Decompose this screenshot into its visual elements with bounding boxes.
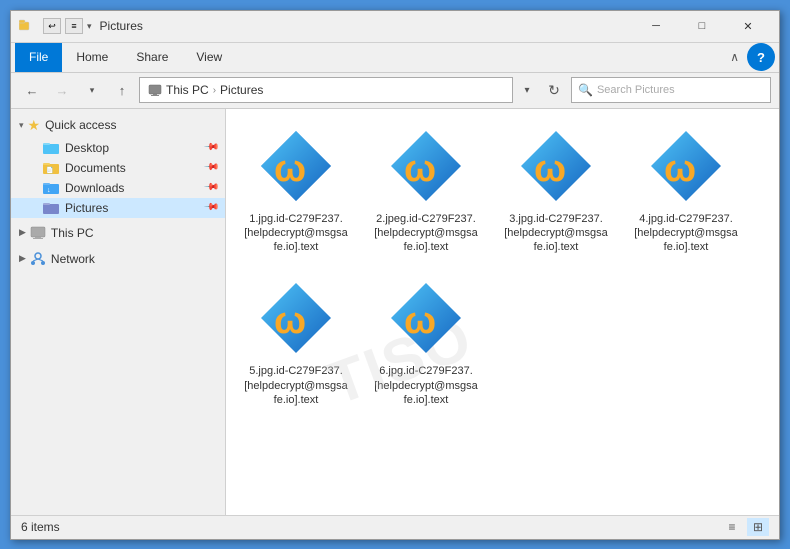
up-button[interactable]: ↑: [109, 77, 135, 103]
list-item[interactable]: ω 6.jpg.id-C279F237.[helpdecrypt@msgsafe…: [366, 271, 486, 414]
file-area: TISO: [226, 109, 779, 515]
status-bar: 6 items ≡ ⊞: [11, 515, 779, 539]
main-content: ▾ ★ Quick access Desktop 📌 📄: [11, 109, 779, 515]
quick-access-arrow: ▾: [19, 120, 24, 131]
forward-button[interactable]: →: [49, 77, 75, 103]
svg-text:ω: ω: [274, 300, 306, 342]
svg-text:📄: 📄: [46, 166, 53, 174]
svg-text:↓: ↓: [47, 187, 51, 194]
tab-file[interactable]: File: [15, 43, 62, 72]
ribbon-tabs: File Home Share View ∧ ?: [11, 43, 779, 73]
file-thumbnail-3: ω: [516, 126, 596, 206]
address-dropdown-button[interactable]: ▾: [517, 77, 537, 103]
file-name-1: 1.jpg.id-C279F237.[helpdecrypt@msgsafe.i…: [243, 212, 349, 255]
documents-folder-icon: 📄: [43, 161, 59, 174]
address-bar: ← → ▾ ↑ This PC › Pictures ▾ ↻ 🔍 Search …: [11, 73, 779, 109]
tab-home[interactable]: Home: [62, 43, 122, 72]
quick-access-label: Quick access: [45, 118, 116, 132]
file-name-3: 3.jpg.id-C279F237.[helpdecrypt@msgsafe.i…: [503, 212, 609, 255]
list-item[interactable]: ω 3.jpg.id-C279F237.[helpdecrypt@msgsafe…: [496, 119, 616, 262]
explorer-window: ↩ ≡ ▾ Pictures ─ □ ✕ File Home Share Vie…: [10, 10, 780, 540]
sidebar-this-pc-header[interactable]: ▶ This PC: [11, 222, 225, 244]
file-name-5: 5.jpg.id-C279F237.[helpdecrypt@msgsafe.i…: [243, 364, 349, 407]
downloads-label: Downloads: [65, 181, 124, 195]
close-button[interactable]: ✕: [725, 10, 771, 42]
file-name-4: 4.jpg.id-C279F237.[helpdecrypt@msgsafe.i…: [633, 212, 739, 255]
sidebar-item-desktop[interactable]: Desktop 📌: [11, 138, 225, 158]
recent-locations-button[interactable]: ▾: [79, 77, 105, 103]
pictures-pin-icon: 📌: [202, 199, 219, 216]
refresh-button[interactable]: ↻: [541, 77, 567, 103]
list-item[interactable]: ω 4.jpg.id-C279F237.[helpdecrypt@msgsafe…: [626, 119, 746, 262]
undo-icon[interactable]: ↩: [43, 18, 61, 34]
network-icon: [30, 252, 46, 266]
address-path[interactable]: This PC › Pictures: [139, 77, 513, 103]
list-view-button[interactable]: ≡: [721, 518, 743, 536]
svg-text:ω: ω: [404, 148, 436, 190]
documents-pin-icon: 📌: [202, 159, 219, 176]
list-item[interactable]: ω 5.jpg.id-C279F237.[helpdecrypt@msgsafe…: [236, 271, 356, 414]
file-thumbnail-4: ω: [646, 126, 726, 206]
documents-label: Documents: [65, 161, 126, 175]
expand-icon: ∧: [730, 50, 739, 64]
pictures-folder-icon: [43, 201, 59, 214]
file-name-2: 2.jpeg.id-C279F237.[helpdecrypt@msgsafe.…: [373, 212, 479, 255]
view-controls: ≡ ⊞: [721, 518, 769, 536]
file-thumbnail-2: ω: [386, 126, 466, 206]
sidebar: ▾ ★ Quick access Desktop 📌 📄: [11, 109, 226, 515]
window-title: Pictures: [100, 19, 633, 33]
desktop-pin-icon: 📌: [202, 139, 219, 156]
list-item[interactable]: ω 2.jpeg.id-C279F237.[helpdecrypt@msgsaf…: [366, 119, 486, 262]
dropdown-arrow[interactable]: ▾: [87, 21, 92, 32]
svg-text:ω: ω: [534, 148, 566, 190]
window-controls: ─ □ ✕: [633, 10, 771, 42]
back-button[interactable]: ←: [19, 77, 45, 103]
file-thumbnail-6: ω: [386, 278, 466, 358]
this-pc-label: This PC: [51, 226, 94, 240]
title-bar: ↩ ≡ ▾ Pictures ─ □ ✕: [11, 11, 779, 43]
desktop-folder-icon: [43, 141, 59, 154]
search-box[interactable]: 🔍 Search Pictures: [571, 77, 771, 103]
item-count: 6 items: [21, 520, 60, 534]
sidebar-item-documents[interactable]: 📄 Documents 📌: [11, 158, 225, 178]
quick-access-star-icon: ★: [28, 117, 41, 134]
svg-text:ω: ω: [274, 148, 306, 190]
tab-view[interactable]: View: [182, 43, 236, 72]
minimize-button[interactable]: ─: [633, 10, 679, 42]
this-pc-icon: [30, 226, 46, 240]
properties-icon[interactable]: ≡: [65, 18, 83, 34]
network-label: Network: [51, 252, 95, 266]
downloads-pin-icon: 📌: [202, 179, 219, 196]
file-thumbnail-5: ω: [256, 278, 336, 358]
tab-share[interactable]: Share: [122, 43, 182, 72]
search-icon: 🔍: [578, 83, 593, 97]
pc-icon: [148, 84, 162, 96]
network-arrow: ▶: [19, 253, 26, 264]
list-item[interactable]: ω 1.jpg.id-C279F237.[helpdecrypt@msgsafe…: [236, 119, 356, 262]
path-pictures[interactable]: Pictures: [220, 83, 263, 97]
quick-access-icon: [19, 19, 35, 33]
svg-text:ω: ω: [404, 300, 436, 342]
sidebar-network-header[interactable]: ▶ Network: [11, 248, 225, 270]
large-icons-view-button[interactable]: ⊞: [747, 518, 769, 536]
path-this-pc[interactable]: This PC: [166, 83, 209, 97]
svg-text:ω: ω: [664, 148, 696, 190]
help-button[interactable]: ?: [747, 43, 775, 71]
title-bar-left-icons: ↩ ≡ ▾: [19, 18, 92, 34]
files-grid: ω 1.jpg.id-C279F237.[helpdecrypt@msgsafe…: [236, 119, 769, 415]
sidebar-item-downloads[interactable]: ↓ Downloads 📌: [11, 178, 225, 198]
search-placeholder: Search Pictures: [597, 84, 675, 96]
file-thumbnail-1: ω: [256, 126, 336, 206]
pictures-label: Pictures: [65, 201, 108, 215]
this-pc-arrow: ▶: [19, 227, 26, 238]
desktop-label: Desktop: [65, 141, 109, 155]
sidebar-item-pictures[interactable]: Pictures 📌: [11, 198, 225, 218]
sidebar-quick-access-header[interactable]: ▾ ★ Quick access: [11, 113, 225, 138]
ribbon-expand[interactable]: ∧: [722, 46, 747, 68]
maximize-button[interactable]: □: [679, 10, 725, 42]
file-name-6: 6.jpg.id-C279F237.[helpdecrypt@msgsafe.i…: [373, 364, 479, 407]
downloads-folder-icon: ↓: [43, 181, 59, 194]
